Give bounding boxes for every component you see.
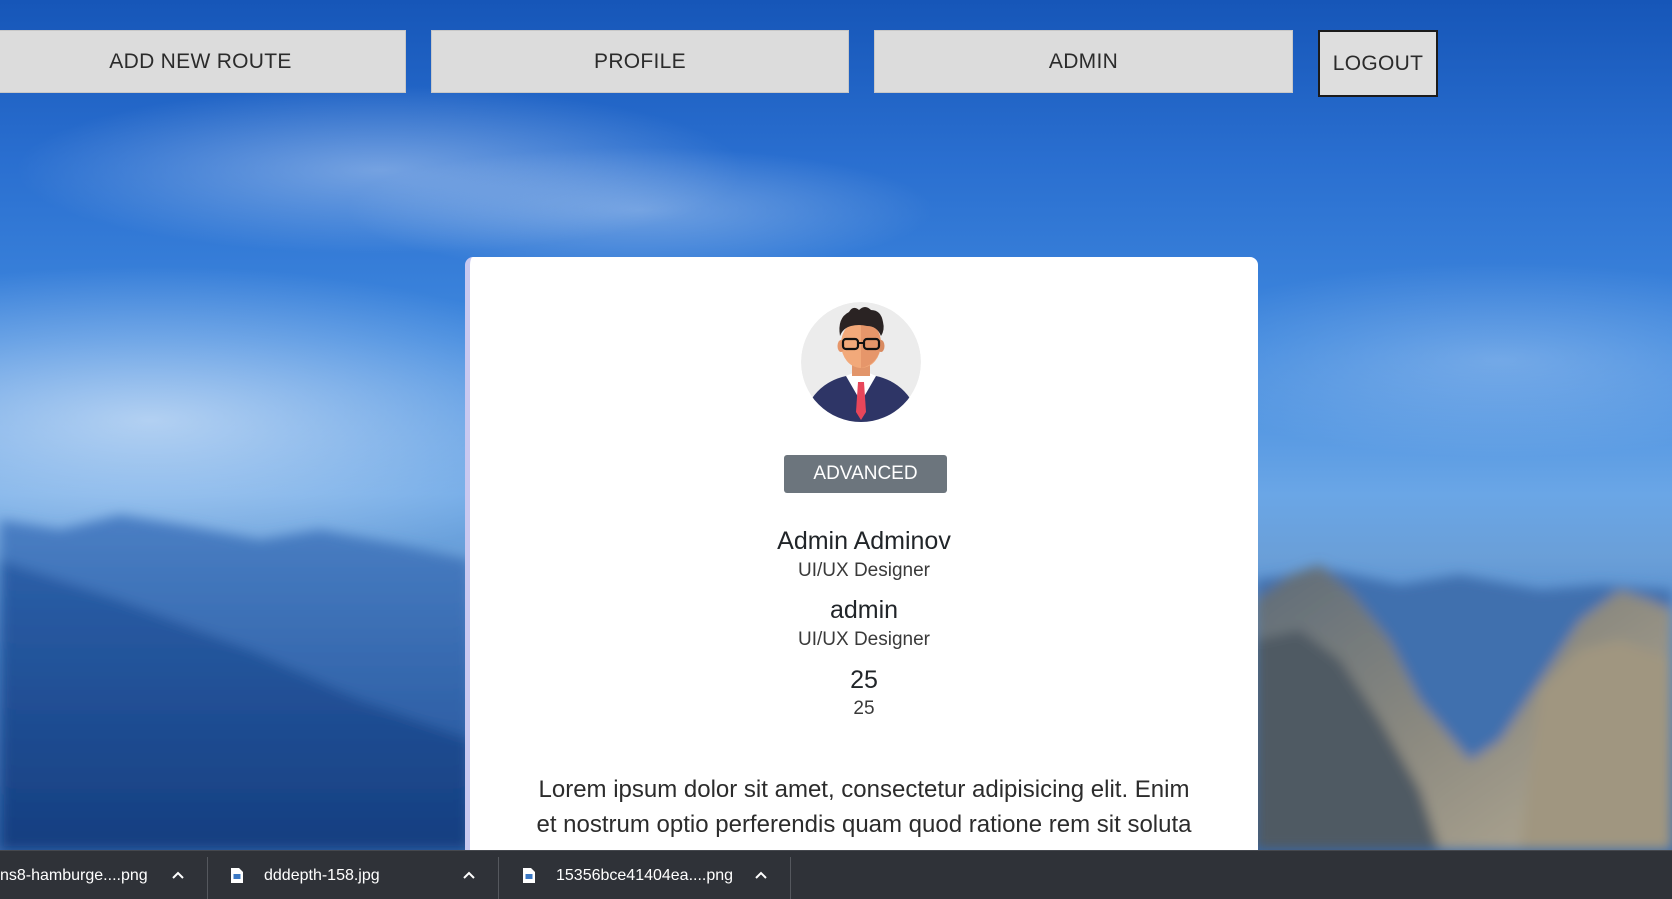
bio-line-1: Lorem ipsum dolor sit amet, consectetur … bbox=[538, 776, 1190, 803]
age-value: 25 bbox=[850, 666, 878, 694]
full-name-role: UI/UX Designer bbox=[798, 560, 930, 581]
download-filename: 15356bce41404ea....png bbox=[556, 866, 734, 884]
chevron-up-icon[interactable] bbox=[461, 867, 477, 883]
download-separator bbox=[790, 857, 791, 899]
download-item[interactable]: dddepth-158.jpg bbox=[230, 851, 460, 899]
profile-card: ADVANCED Admin Adminov UI/UX Designer ad… bbox=[465, 257, 1258, 877]
profile-button[interactable]: PROFILE bbox=[431, 30, 849, 93]
download-bar: ns8-hamburge....png dddepth-158.jpg 1535… bbox=[0, 850, 1672, 899]
username: admin bbox=[829, 596, 899, 624]
age-sub-value: 25 bbox=[853, 698, 875, 719]
avatar bbox=[801, 302, 921, 422]
download-filename: ns8-hamburge....png bbox=[0, 866, 148, 884]
admin-button[interactable]: ADMIN bbox=[874, 30, 1293, 93]
level-badge: ADVANCED bbox=[784, 455, 947, 493]
logout-button[interactable]: LOGOUT bbox=[1318, 30, 1438, 97]
add-new-route-button[interactable]: ADD NEW ROUTE bbox=[0, 30, 406, 93]
download-separator bbox=[498, 857, 499, 899]
bio-line-2: et nostrum optio perferendis quam quod r… bbox=[536, 811, 1192, 838]
download-filename: dddepth-158.jpg bbox=[264, 866, 380, 884]
download-separator bbox=[207, 857, 208, 899]
download-item[interactable]: 15356bce41404ea....png bbox=[522, 851, 752, 899]
file-icon bbox=[231, 868, 243, 883]
chevron-up-icon[interactable] bbox=[170, 867, 186, 883]
file-icon bbox=[523, 868, 535, 883]
user-avatar-icon bbox=[801, 302, 921, 422]
full-name: Admin Adminov bbox=[777, 527, 951, 555]
username-role: UI/UX Designer bbox=[798, 629, 930, 650]
chevron-up-icon[interactable] bbox=[753, 867, 769, 883]
